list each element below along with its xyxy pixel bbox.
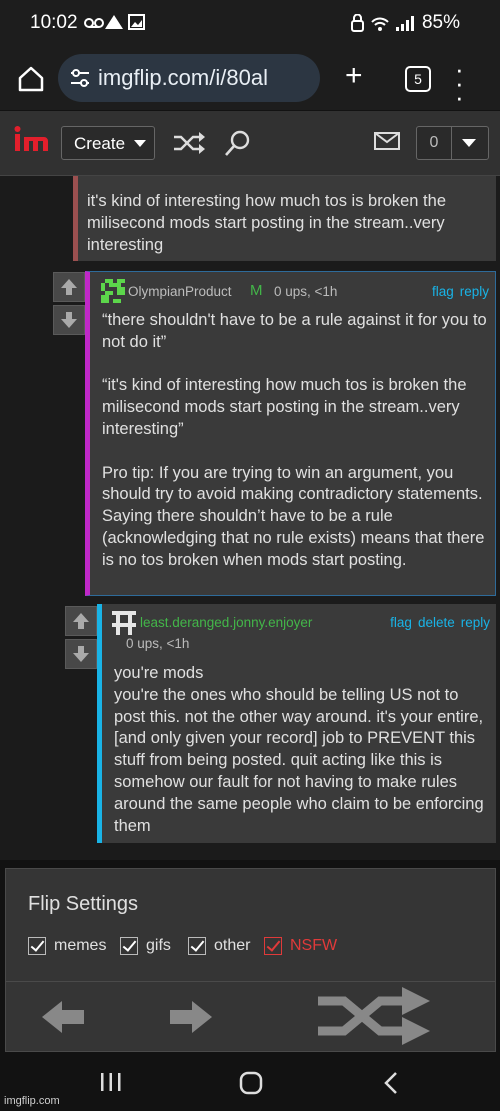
comments-area: it's kind of interesting how much tos is… xyxy=(0,176,500,860)
other-checkbox[interactable]: other xyxy=(188,935,250,957)
comment-header: OlympianProduct M 0 ups, <1h flag reply xyxy=(98,278,489,303)
voicemail-warning-image-icon xyxy=(84,14,145,30)
checkbox-checked-icon xyxy=(264,937,282,955)
browser-toolbar: imgflip.com/i/80al + 5 · · · xyxy=(0,50,500,110)
flag-link[interactable]: flag xyxy=(390,615,412,630)
arrow-right-icon xyxy=(170,1001,212,1033)
arrow-left-icon xyxy=(42,1001,84,1033)
reply-link[interactable]: reply xyxy=(460,284,489,299)
nsfw-checkbox[interactable]: NSFW xyxy=(264,935,337,957)
clock: 10:02 xyxy=(30,12,78,33)
username[interactable]: OlympianProduct xyxy=(128,284,232,299)
battery-level: 85% xyxy=(421,12,460,33)
shuffle-icon[interactable] xyxy=(172,131,206,160)
user-avatar xyxy=(101,279,125,308)
comment: OlympianProduct M 0 ups, <1h flag reply “… xyxy=(85,271,496,596)
status-bar: 10:02 85% xyxy=(0,0,500,50)
comment-text: “there shouldn't have to be a rule again… xyxy=(102,311,487,569)
divider xyxy=(6,981,495,982)
tab-switcher-button[interactable]: 5 xyxy=(405,66,431,92)
shuffle-icon xyxy=(318,987,430,1045)
checkbox-label: other xyxy=(214,937,251,954)
search-icon[interactable] xyxy=(224,129,252,162)
home-icon[interactable] xyxy=(12,60,50,98)
comment-actions: flag delete reply xyxy=(384,615,490,630)
previous-button[interactable] xyxy=(40,999,86,1040)
arrow-up-icon xyxy=(61,279,77,295)
comment-header: least.deranged.jonny.enjoyer flag delete r… xyxy=(110,610,490,651)
site-settings-icon[interactable] xyxy=(68,66,92,90)
upvote-button[interactable] xyxy=(65,606,97,636)
system-nav-bar xyxy=(0,1053,500,1111)
notification-icons xyxy=(84,14,148,35)
system-icons xyxy=(350,13,418,36)
back-icon[interactable] xyxy=(383,1071,399,1100)
checkbox-label: memes xyxy=(54,937,107,954)
home-nav-icon[interactable] xyxy=(239,1071,263,1100)
checkbox-checked-icon xyxy=(28,937,46,955)
gifs-checkbox[interactable]: gifs xyxy=(120,935,171,957)
create-label: Create xyxy=(74,134,126,153)
watermark: imgflip.com xyxy=(4,1095,60,1107)
downvote-button[interactable] xyxy=(53,305,85,335)
mod-badge: M xyxy=(250,282,263,299)
mail-icon[interactable] xyxy=(374,131,400,156)
arrow-down-icon xyxy=(61,312,77,328)
checkbox-checked-icon xyxy=(188,937,206,955)
vote-buttons xyxy=(65,606,97,672)
checkbox-checked-icon xyxy=(120,937,138,955)
create-dropdown[interactable]: Create xyxy=(61,126,155,160)
flag-link[interactable]: flag xyxy=(432,284,454,299)
caret-down-icon xyxy=(462,139,476,147)
notification-count: 0 xyxy=(417,127,452,159)
comment-text: you're mods you're the ones who should b… xyxy=(114,664,484,835)
comment-meta: 0 ups, <1h xyxy=(274,284,338,299)
memes-checkbox[interactable]: memes xyxy=(28,935,106,957)
comment-text: it's kind of interesting how much tos is… xyxy=(87,192,446,254)
lock-wifi-signal-icon xyxy=(351,13,414,32)
checkbox-label: NSFW xyxy=(290,937,338,954)
address-bar[interactable]: imgflip.com/i/80al xyxy=(58,54,320,102)
comment: least.deranged.jonny.enjoyer flag delete r… xyxy=(97,604,496,843)
flip-settings-title: Flip Settings xyxy=(28,893,139,915)
checkbox-label: gifs xyxy=(146,937,171,954)
menu-icon[interactable]: · · · xyxy=(455,56,464,110)
comment-meta: 0 ups, <1h xyxy=(126,636,190,651)
reply-link[interactable]: reply xyxy=(461,615,490,630)
arrow-up-icon xyxy=(73,613,89,629)
delete-link[interactable]: delete xyxy=(418,615,455,630)
caret-down-icon xyxy=(134,140,146,147)
next-button[interactable] xyxy=(168,999,214,1040)
site-header: Create 0 xyxy=(0,111,500,176)
comment-actions: flag reply xyxy=(426,284,489,299)
downvote-button[interactable] xyxy=(65,639,97,669)
vote-buttons xyxy=(53,272,85,338)
notifications-dropdown[interactable]: 0 xyxy=(416,126,489,160)
upvote-button[interactable] xyxy=(53,272,85,302)
recent-apps-icon[interactable] xyxy=(100,1072,122,1097)
username[interactable]: least.deranged.jonny.enjoyer xyxy=(140,615,312,630)
arrow-down-icon xyxy=(73,646,89,662)
imgflip-logo[interactable] xyxy=(14,125,50,162)
random-button[interactable] xyxy=(314,985,432,1052)
new-tab-icon[interactable]: + xyxy=(345,60,363,92)
comment: it's kind of interesting how much tos is… xyxy=(73,176,496,261)
flip-settings-panel: Flip Settings memes gifs other NSFW xyxy=(5,868,496,1052)
url-text: imgflip.com/i/80al xyxy=(98,65,268,90)
